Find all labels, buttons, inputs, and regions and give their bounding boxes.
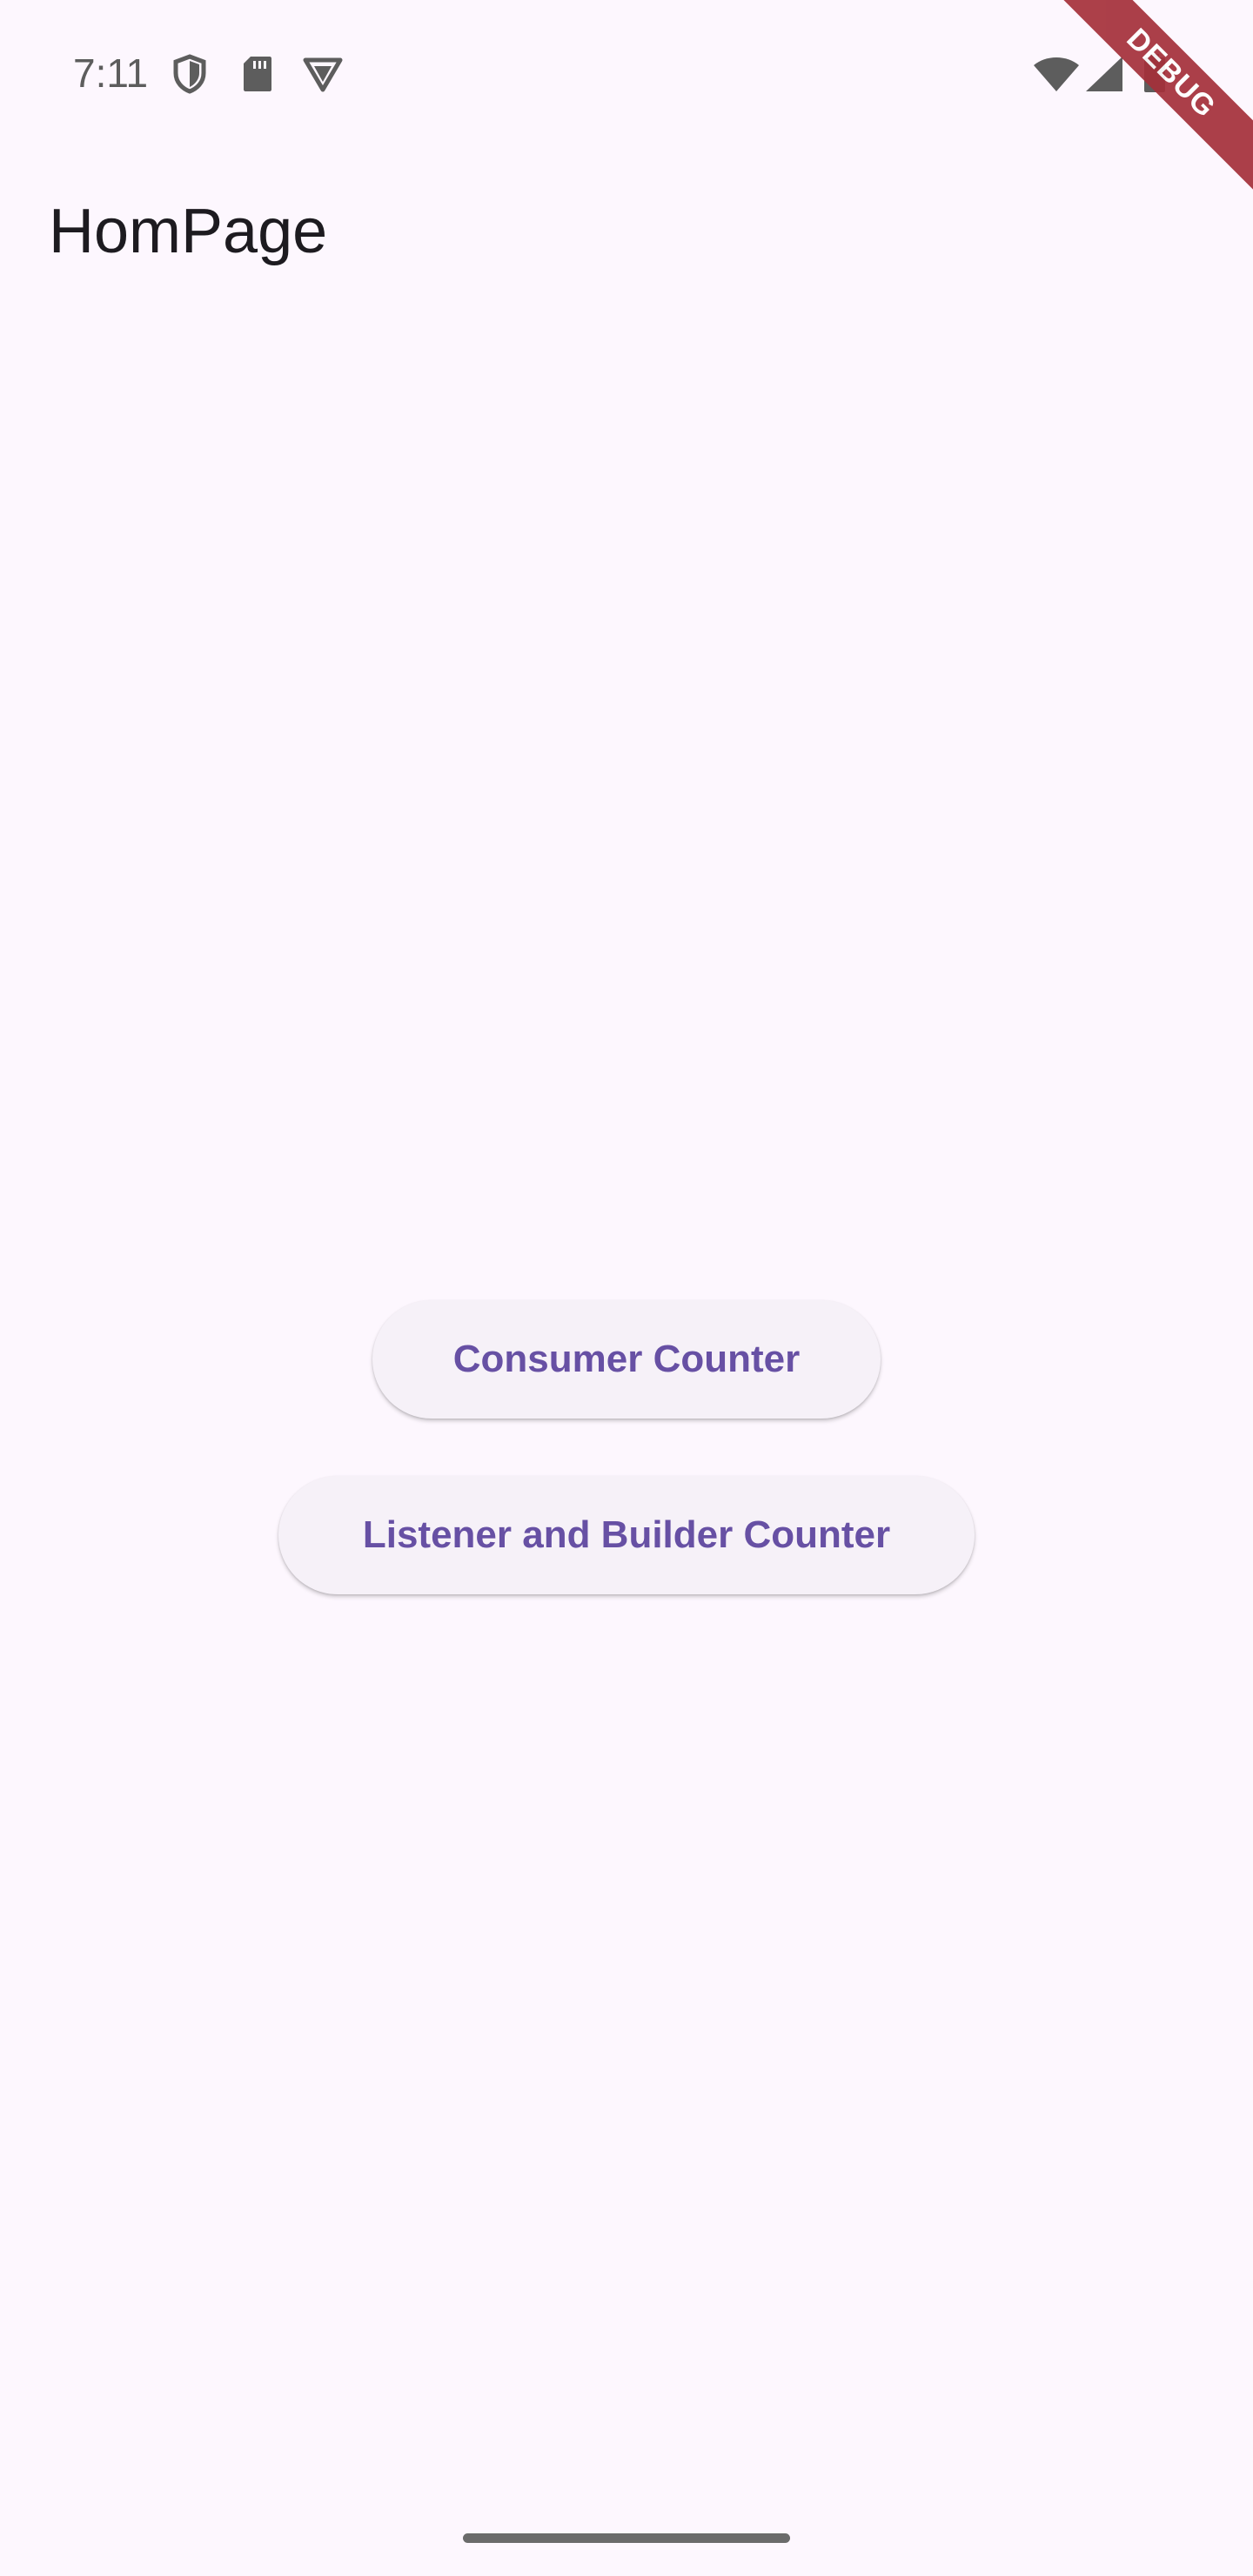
cellular-signal-icon — [1084, 52, 1124, 96]
shield-icon — [171, 52, 209, 96]
status-bar: 7:11 — [0, 0, 1253, 148]
vpn-icon — [301, 52, 345, 96]
status-time: 7:11 — [73, 50, 149, 96]
home-indicator[interactable] — [463, 2533, 790, 2543]
wifi-icon — [1032, 52, 1081, 96]
sd-card-icon — [240, 52, 275, 96]
consumer-counter-button[interactable]: Consumer Counter — [372, 1300, 881, 1419]
listener-builder-counter-button[interactable]: Listener and Builder Counter — [278, 1476, 975, 1594]
battery-icon — [1142, 52, 1168, 96]
page-title: HomPage — [49, 197, 328, 266]
